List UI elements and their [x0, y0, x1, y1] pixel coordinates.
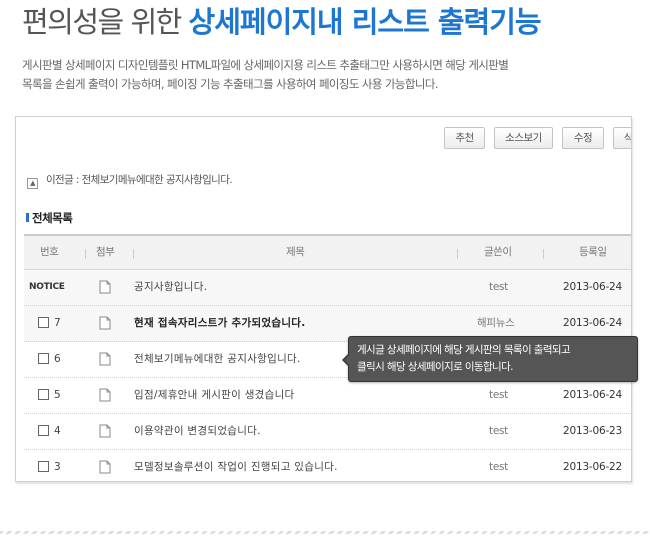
post-title[interactable]: 이용약관이 변경되었습니다. [134, 414, 261, 448]
document-icon [99, 280, 111, 294]
prev-post-label: 이전글 : 전체보기메뉴에대한 공지사항입니다. [46, 174, 233, 186]
prev-post-link[interactable]: ▲ 이전글 : 전체보기메뉴에대한 공지사항입니다. [27, 172, 233, 189]
description-line-2: 목록을 손쉽게 출력이 가능하며, 페이징 기능 추출태그를 사용하여 페이징도… [22, 77, 439, 91]
post-writer: test [489, 425, 508, 437]
post-title[interactable]: 전체보기메뉴에대한 공지사항입니다. [134, 342, 301, 376]
post-number: 7 [38, 306, 61, 340]
select-checkbox[interactable] [38, 425, 49, 436]
tooltip-line-2: 클릭시 해당 상세페이지로 이동합니다. [357, 361, 514, 373]
notice-badge: NOTICE [29, 282, 65, 292]
delete-button[interactable]: 삭제 [613, 127, 631, 149]
headline: 편의성을 위한 상세페이지내 리스트 출력기능 [22, 4, 542, 40]
post-date: 2013-06-24 [563, 389, 623, 401]
board-screenshot: 추천 소스보기 수정 삭제 ▲이전글 : 전체보기메뉴에대한 공지사항입니다. … [15, 116, 632, 482]
bottom-divider [0, 531, 650, 534]
col-date: 등록일 [579, 246, 607, 258]
post-writer: 해피뉴스 [477, 317, 515, 329]
description: 게시판별 상세페이지 디자인템플릿 HTML파일에 상세페이지용 리스트 추출태… [22, 56, 632, 94]
post-date: 2013-06-24 [563, 317, 623, 329]
post-title[interactable]: 현재 접속자리스트가 추가되었습니다. [134, 306, 306, 340]
post-title[interactable]: 모델정보솔루션이 작업이 진행되고 있습니다. [134, 450, 338, 481]
header-divider [133, 249, 134, 259]
post-writer: test [489, 461, 508, 473]
document-icon [99, 424, 111, 438]
post-number: 4 [38, 414, 61, 448]
description-line-1: 게시판별 상세페이지 디자인템플릿 HTML파일에 상세페이지용 리스트 추출태… [22, 58, 509, 72]
edit-button[interactable]: 수정 [562, 127, 604, 149]
post-writer: test [489, 389, 508, 401]
table-row[interactable]: 4 이용약관이 변경되었습니다. test 2013-06-23 [24, 414, 631, 450]
document-icon [99, 316, 111, 330]
notice-row[interactable]: NOTICE 공지사항입니다. test 2013-06-24 [24, 270, 631, 306]
post-title[interactable]: 공지사항입니다. [134, 270, 207, 304]
section-title-label: 전체목록 [32, 211, 73, 225]
view-source-button[interactable]: 소스보기 [494, 127, 553, 149]
table-header: 번호 첨부 제목 글쓴이 등록일 [24, 234, 631, 270]
col-writer: 글쓴이 [484, 246, 512, 258]
post-date: 2013-06-23 [563, 425, 623, 437]
headline-light: 편의성을 위한 [22, 5, 189, 39]
header-divider [85, 249, 86, 259]
table-row[interactable]: 5 입점/제휴안내 게시판이 생겼습니다 test 2013-06-24 [24, 378, 631, 414]
select-checkbox[interactable] [38, 317, 49, 328]
callout-tooltip: 게시글 상세페이지에 해당 게시판의 목록이 출력되고 클릭시 해당 상세페이지… [342, 336, 638, 382]
recommend-button[interactable]: 추천 [444, 127, 485, 149]
arrow-up-icon: ▲ [27, 178, 38, 189]
document-icon [99, 352, 111, 366]
tooltip-line-1: 게시글 상세페이지에 해당 게시판의 목록이 출력되고 [357, 344, 571, 356]
headline-strong: 상세페이지내 리스트 출력기능 [188, 5, 542, 39]
post-title[interactable]: 입점/제휴안내 게시판이 생겼습니다 [134, 378, 295, 412]
col-number: 번호 [40, 246, 59, 258]
select-checkbox[interactable] [38, 389, 49, 400]
post-number: 3 [38, 450, 61, 481]
document-icon [99, 388, 111, 402]
table-row[interactable]: 3 모델정보솔루션이 작업이 진행되고 있습니다. test 2013-06-2… [24, 450, 631, 481]
post-date: 2013-06-22 [563, 461, 623, 473]
section-bullet-icon [26, 213, 29, 222]
col-attachment: 첨부 [96, 246, 115, 258]
select-checkbox[interactable] [38, 353, 49, 364]
post-date: 2013-06-24 [563, 281, 623, 293]
post-number: 5 [38, 378, 61, 412]
post-number: 6 [38, 342, 61, 376]
col-title: 제목 [286, 246, 305, 258]
post-writer: test [489, 281, 508, 293]
header-divider [543, 249, 544, 259]
section-title: 전체목록 [26, 210, 73, 226]
select-checkbox[interactable] [38, 461, 49, 472]
header-divider [457, 249, 458, 259]
document-icon [99, 460, 111, 474]
